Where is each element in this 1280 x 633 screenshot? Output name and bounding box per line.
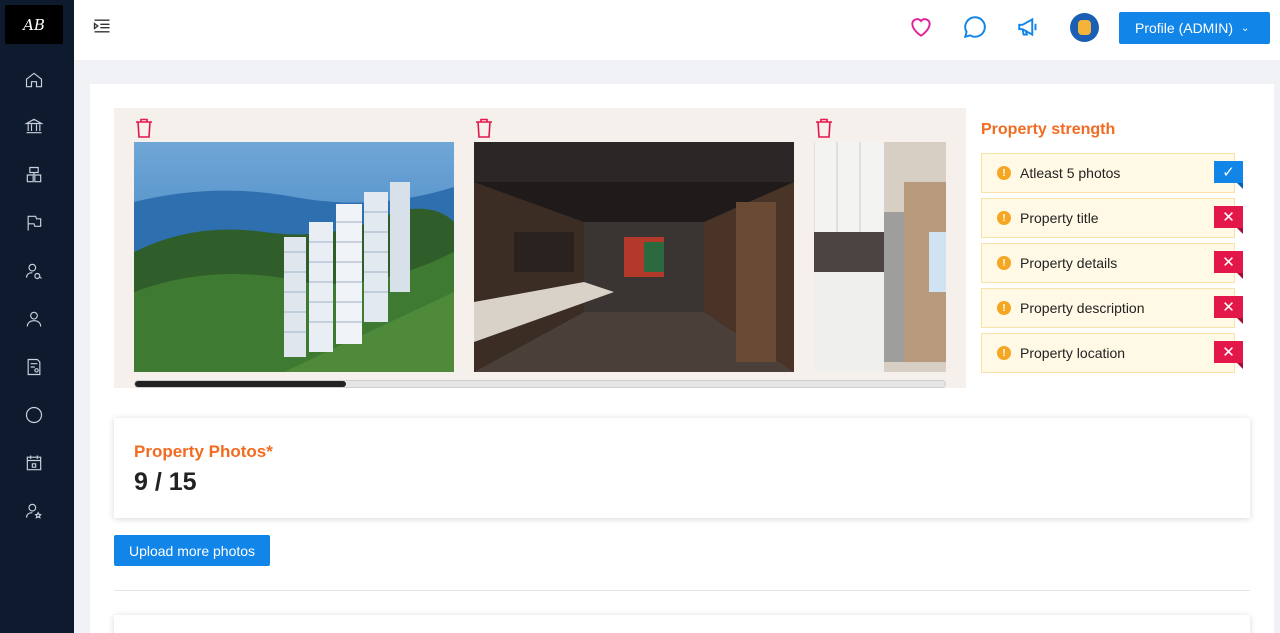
sidebar-item-user-settings[interactable] [22,499,46,523]
sidebar-item-calendar[interactable] [22,451,46,475]
messages-button[interactable] [960,12,990,42]
chat-bubble-icon [963,16,986,39]
warning-icon: ! [997,301,1011,315]
photo-gallery[interactable] [114,108,966,388]
user-search-icon [25,263,42,280]
menu-toggle-button[interactable] [92,16,114,38]
sidebar-item-messages[interactable] [22,403,46,427]
warning-icon: ! [997,166,1011,180]
delete-photo-button[interactable] [815,118,833,138]
strength-item-label: Property description [1020,300,1145,316]
photo-count: 9 / 15 [134,468,197,496]
scrollbar-thumb[interactable] [135,381,346,387]
profile-label: Profile (ADMIN) [1135,20,1234,36]
strength-item: ! Property details ✕ [981,243,1243,283]
user-settings-icon [25,503,42,519]
property-strength-title: Property strength [981,121,1116,138]
announcements-button[interactable] [1014,12,1044,42]
sidebar: AB [0,0,74,633]
app-logo[interactable]: AB [5,5,63,44]
strength-item-label: Property details [1020,255,1118,271]
kitchen-interior-photo[interactable] [474,142,794,372]
delete-photo-button[interactable] [135,118,153,138]
sidebar-item-documents[interactable] [22,355,46,379]
favorites-button[interactable] [906,12,936,42]
close-icon: ✕ [1214,206,1243,234]
flag-icon [27,215,42,231]
check-icon: ✓ [1214,161,1243,189]
menu-collapse-icon [93,19,110,33]
divider [114,590,1250,591]
heart-icon [911,18,931,37]
aerial-view-photo[interactable] [134,142,454,372]
sidebar-item-user-search[interactable] [22,259,46,283]
profile-dropdown-button[interactable]: Profile (ADMIN) ⌄ [1119,12,1270,44]
chevron-down-icon: ⌄ [1241,22,1250,34]
strength-item: ! Property description ✕ [981,288,1243,328]
strength-item-label: Property title [1020,210,1099,226]
chat-icon [25,406,43,424]
close-icon: ✕ [1214,296,1243,324]
property-photos-title: Property Photos* [134,442,273,461]
avatar[interactable] [1070,13,1099,42]
warning-icon: ! [997,211,1011,225]
top-header: Profile (ADMIN) ⌄ [74,0,1280,60]
sidebar-item-buildings[interactable] [22,163,46,187]
strength-item-label: Atleast 5 photos [1020,165,1121,181]
building-icon [26,166,42,183]
gallery-scrollbar[interactable] [134,380,946,388]
user-icon [26,311,42,327]
home-icon [25,72,43,88]
trash-icon [816,118,832,138]
strength-item: ! Atleast 5 photos ✓ [981,153,1243,193]
strength-item: ! Property location ✕ [981,333,1243,373]
close-icon: ✕ [1214,251,1243,279]
property-photos-card: Property Photos* 9 / 15 [114,418,1250,518]
sidebar-item-user[interactable] [22,307,46,331]
close-icon: ✕ [1214,341,1243,369]
warning-icon: ! [997,256,1011,270]
warning-icon: ! [997,346,1011,360]
calendar-icon [26,455,42,471]
trash-icon [476,118,492,138]
next-section-card [114,615,1250,633]
delete-photo-button[interactable] [475,118,493,138]
main-content: Property strength ! Atleast 5 photos ✓ !… [90,84,1274,633]
document-icon [27,358,41,376]
white-kitchen-photo[interactable] [814,142,946,372]
sidebar-item-flags[interactable] [22,211,46,235]
strength-item: ! Property title ✕ [981,198,1243,238]
sidebar-item-bank[interactable] [22,114,46,138]
megaphone-icon [1018,17,1037,37]
bank-icon [24,118,44,134]
sidebar-item-home[interactable] [22,68,46,92]
upload-photos-button[interactable]: Upload more photos [114,535,270,566]
trash-icon [136,118,152,138]
strength-item-label: Property location [1020,345,1126,361]
